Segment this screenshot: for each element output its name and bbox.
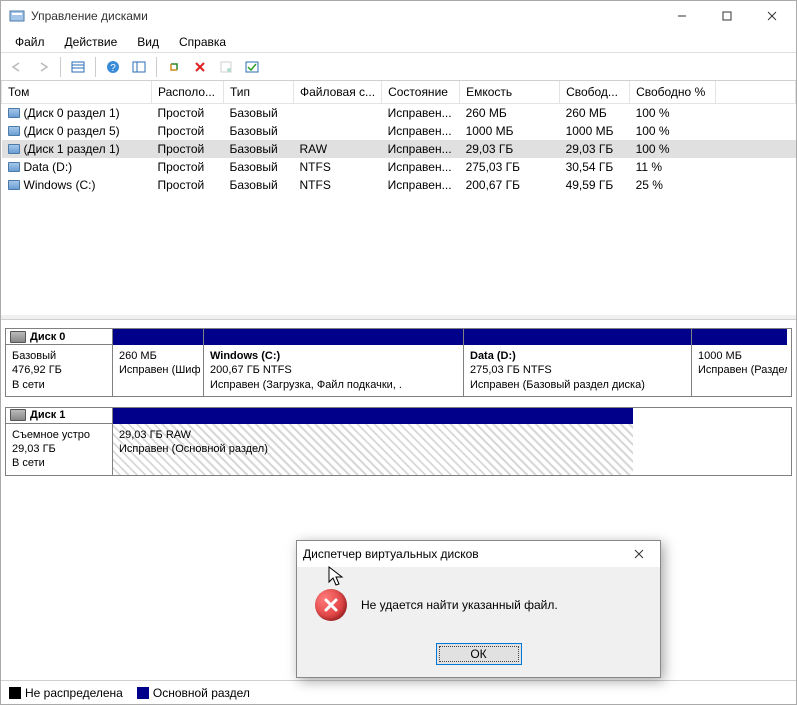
disk1-type: Съемное устро xyxy=(12,428,106,442)
disk1-status: В сети xyxy=(12,456,106,470)
col-capacity[interactable]: Емкость xyxy=(460,81,560,103)
disk0-partitions: 260 МБИсправен (ШифWindows (C:)200,67 ГБ… xyxy=(113,328,792,397)
dialog-title: Диспетчер виртуальных дисков xyxy=(303,547,624,561)
col-layout[interactable]: Располо... xyxy=(152,81,224,103)
col-status[interactable]: Состояние xyxy=(382,81,460,103)
refresh-button[interactable] xyxy=(162,56,186,78)
view-list-button[interactable] xyxy=(66,56,90,78)
dialog-message: Не удается найти указанный файл. xyxy=(361,598,558,612)
col-freepct[interactable]: Свободно % xyxy=(630,81,716,103)
table-row[interactable]: (Диск 0 раздел 1)ПростойБазовыйИсправен.… xyxy=(2,103,796,122)
close-button[interactable] xyxy=(749,2,794,30)
disk0-name: Диск 0 xyxy=(30,331,65,343)
partition-box[interactable]: Windows (C:)200,67 ГБ NTFSИсправен (Загр… xyxy=(203,329,463,396)
partition-header xyxy=(113,329,203,345)
error-dialog: Диспетчер виртуальных дисков Не удается … xyxy=(296,540,661,678)
disk0-row: Диск 0 Базовый 476,92 ГБ В сети 260 МБИс… xyxy=(5,328,792,401)
partition-header xyxy=(113,408,633,424)
disk0-size: 476,92 ГБ xyxy=(12,363,106,377)
disk1-partitions: 29,03 ГБ RAWИсправен (Основной раздел) xyxy=(113,407,792,476)
svg-text:?: ? xyxy=(110,63,116,74)
partition-header xyxy=(692,329,787,345)
delete-button[interactable] xyxy=(188,56,212,78)
partition-header xyxy=(204,329,463,345)
partition-box[interactable]: Data (D:)275,03 ГБ NTFSИсправен (Базовый… xyxy=(463,329,691,396)
properties-button[interactable] xyxy=(214,56,238,78)
partition-header xyxy=(464,329,691,345)
disk1-size: 29,03 ГБ xyxy=(12,442,106,456)
col-fs[interactable]: Файловая с... xyxy=(294,81,382,103)
table-row[interactable]: Data (D:)ПростойБазовыйNTFSИсправен...27… xyxy=(2,158,796,176)
disk0-status: В сети xyxy=(12,378,106,392)
partition-box[interactable]: 1000 МБИсправен (Раздел во xyxy=(691,329,787,396)
app-icon xyxy=(9,8,25,24)
titlebar: Управление дисками xyxy=(1,1,796,31)
col-volume[interactable]: Том xyxy=(2,81,152,103)
disk1-row: Диск 1 Съемное устро 29,03 ГБ В сети 29,… xyxy=(5,407,792,480)
menu-view[interactable]: Вид xyxy=(127,33,169,51)
toolbar: ? xyxy=(1,53,796,81)
table-row[interactable]: (Диск 0 раздел 5)ПростойБазовыйИсправен.… xyxy=(2,122,796,140)
disk-icon xyxy=(10,331,26,343)
col-spacer xyxy=(716,81,796,103)
dialog-titlebar[interactable]: Диспетчер виртуальных дисков xyxy=(297,541,660,567)
volume-icon xyxy=(8,162,20,172)
back-button[interactable] xyxy=(5,56,29,78)
dialog-ok-button[interactable]: ОК xyxy=(436,643,522,665)
options-button[interactable] xyxy=(240,56,264,78)
volume-icon xyxy=(8,144,20,154)
dialog-close-button[interactable] xyxy=(624,543,654,565)
legend: Не распределена Основной раздел xyxy=(1,680,796,704)
error-icon xyxy=(315,589,347,621)
disk1-name: Диск 1 xyxy=(30,409,65,421)
col-free[interactable]: Свобод... xyxy=(560,81,630,103)
menu-help[interactable]: Справка xyxy=(169,33,236,51)
partition-box[interactable]: 260 МБИсправен (Шиф xyxy=(113,329,203,396)
disk-icon xyxy=(10,409,26,421)
col-type[interactable]: Тип xyxy=(224,81,294,103)
legend-unallocated: Не распределена xyxy=(9,686,123,700)
disk0-label[interactable]: Диск 0 Базовый 476,92 ГБ В сети xyxy=(5,328,113,397)
volume-icon xyxy=(8,180,20,190)
maximize-button[interactable] xyxy=(704,2,749,30)
settings-button[interactable] xyxy=(127,56,151,78)
volume-icon xyxy=(8,108,20,118)
table-row[interactable]: Windows (C:)ПростойБазовыйNTFSИсправен..… xyxy=(2,176,796,194)
disk0-type: Базовый xyxy=(12,349,106,363)
help-button[interactable]: ? xyxy=(101,56,125,78)
menubar: Файл Действие Вид Справка xyxy=(1,31,796,53)
disk1-label[interactable]: Диск 1 Съемное устро 29,03 ГБ В сети xyxy=(5,407,113,476)
legend-primary: Основной раздел xyxy=(137,686,250,700)
volume-icon xyxy=(8,126,20,136)
table-row[interactable]: (Диск 1 раздел 1)ПростойБазовыйRAWИсправ… xyxy=(2,140,796,158)
window-title: Управление дисками xyxy=(31,9,659,23)
minimize-button[interactable] xyxy=(659,2,704,30)
menu-action[interactable]: Действие xyxy=(55,33,128,51)
partition-box[interactable]: 29,03 ГБ RAWИсправен (Основной раздел) xyxy=(113,408,633,475)
forward-button[interactable] xyxy=(31,56,55,78)
volume-table[interactable]: Том Располо... Тип Файловая с... Состоян… xyxy=(1,81,796,194)
menu-file[interactable]: Файл xyxy=(5,33,55,51)
volume-list-pane: Том Располо... Тип Файловая с... Состоян… xyxy=(1,81,796,319)
